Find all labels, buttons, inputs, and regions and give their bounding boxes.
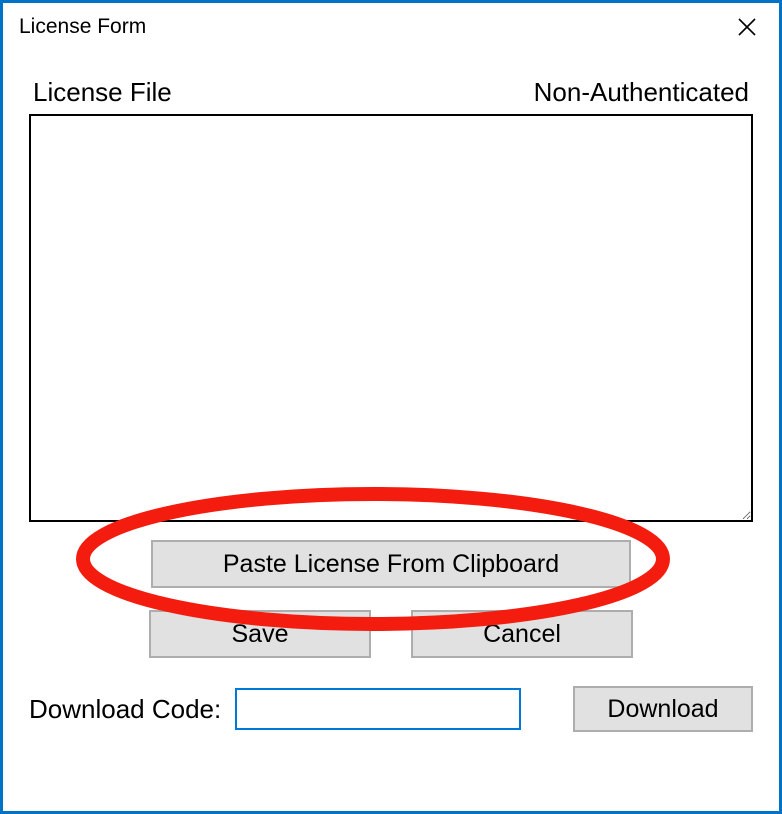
- download-row: Download Code: Download: [29, 686, 753, 732]
- license-textarea[interactable]: [29, 114, 753, 522]
- license-label-row: License File Non-Authenticated: [29, 77, 753, 108]
- window-title: License Form: [19, 15, 146, 39]
- auth-status-label: Non-Authenticated: [534, 77, 749, 108]
- download-button[interactable]: Download: [573, 686, 753, 732]
- license-form-window: License Form License File Non-Authentica…: [0, 0, 782, 814]
- close-button[interactable]: [727, 11, 767, 43]
- cancel-button[interactable]: Cancel: [411, 610, 633, 658]
- close-icon: [738, 18, 756, 36]
- download-code-input[interactable]: [235, 688, 521, 730]
- save-cancel-row: Save Cancel: [29, 610, 753, 658]
- download-code-label: Download Code:: [29, 694, 221, 725]
- save-button[interactable]: Save: [149, 610, 371, 658]
- content-area: License File Non-Authenticated Paste Lic…: [3, 51, 779, 811]
- paste-license-button[interactable]: Paste License From Clipboard: [151, 540, 631, 588]
- license-file-label: License File: [33, 77, 172, 108]
- titlebar: License Form: [3, 3, 779, 51]
